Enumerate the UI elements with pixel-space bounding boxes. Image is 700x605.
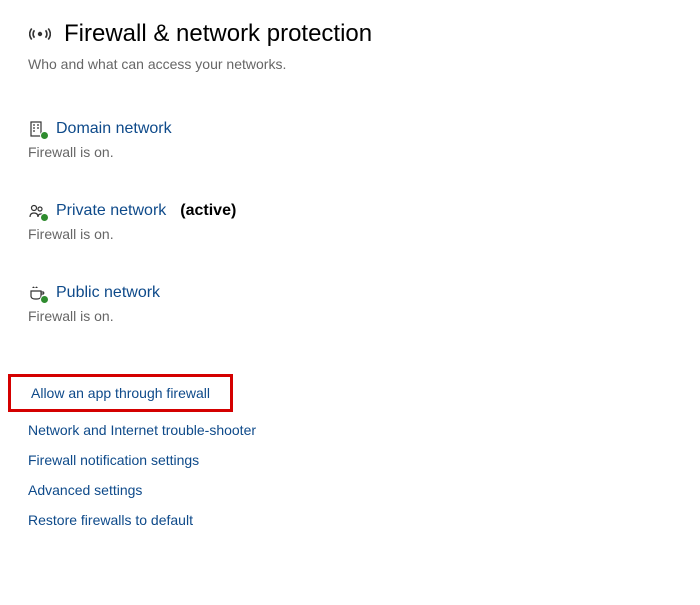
domain-network-label: Domain network <box>56 120 172 138</box>
page-title: Firewall & network protection <box>64 20 372 48</box>
active-label: (active) <box>180 202 236 220</box>
notifications-link[interactable]: Firewall notification settings <box>28 452 672 468</box>
building-icon <box>28 120 46 138</box>
public-network-status: Firewall is on. <box>28 308 672 324</box>
allow-app-link[interactable]: Allow an app through firewall <box>31 385 210 401</box>
page-header: Firewall & network protection <box>28 20 672 48</box>
links-section: Allow an app through firewall Network an… <box>28 374 672 528</box>
people-icon <box>28 202 46 220</box>
domain-network-section: Domain network Firewall is on. <box>28 120 672 160</box>
restore-link[interactable]: Restore firewalls to default <box>28 512 672 528</box>
private-network-section: Private network (active) Firewall is on. <box>28 202 672 242</box>
public-network-label: Public network <box>56 284 160 302</box>
public-network-section: Public network Firewall is on. <box>28 284 672 324</box>
public-network-link[interactable]: Public network <box>28 284 672 302</box>
troubleshoot-link[interactable]: Network and Internet trouble-shooter <box>28 422 672 438</box>
highlight-box: Allow an app through firewall <box>8 374 233 412</box>
coffee-icon <box>28 284 46 302</box>
domain-network-status: Firewall is on. <box>28 144 672 160</box>
private-network-link[interactable]: Private network (active) <box>28 202 672 220</box>
domain-network-link[interactable]: Domain network <box>28 120 672 138</box>
advanced-link[interactable]: Advanced settings <box>28 482 672 498</box>
private-network-label: Private network <box>56 202 166 220</box>
private-network-status: Firewall is on. <box>28 226 672 242</box>
antenna-icon <box>28 22 52 46</box>
page-subtitle: Who and what can access your networks. <box>28 56 672 72</box>
